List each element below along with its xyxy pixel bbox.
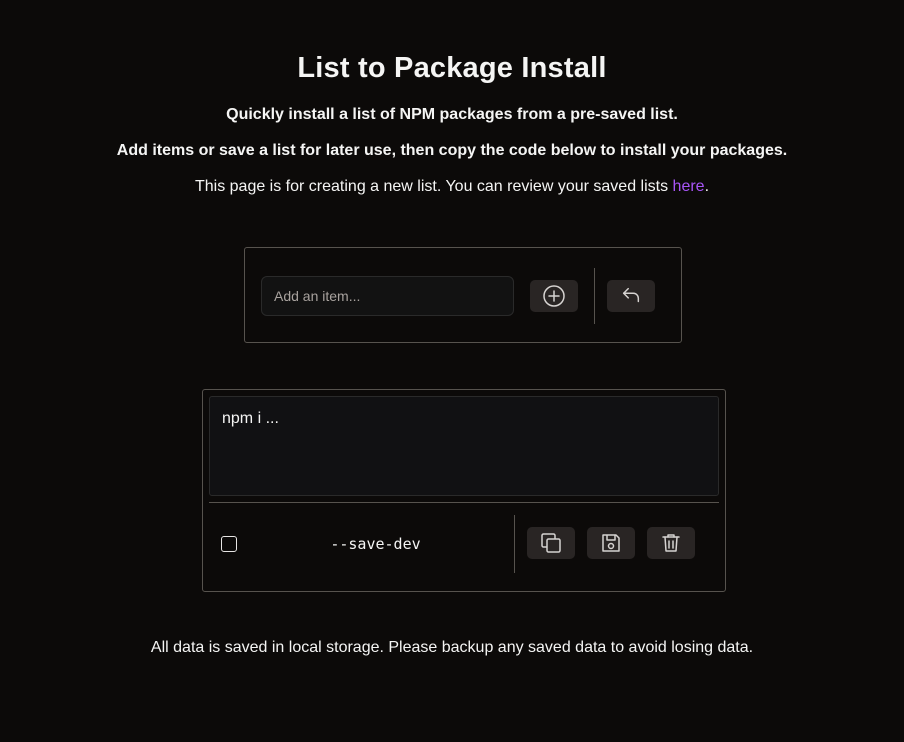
divider [514, 515, 515, 573]
floppy-disk-icon [602, 534, 620, 552]
saved-lists-note-text: This page is for creating a new list. Yo… [194, 178, 673, 195]
copy-icon [541, 533, 561, 553]
command-output[interactable]: npm i ... [209, 396, 719, 496]
save-list-button[interactable] [587, 527, 635, 559]
undo-button[interactable] [607, 280, 655, 312]
copy-button[interactable] [527, 527, 575, 559]
command-panel: npm i ... --save-dev [202, 389, 726, 592]
save-dev-checkbox[interactable] [221, 536, 237, 552]
save-dev-label: --save-dev [330, 535, 421, 553]
add-item-panel [244, 247, 682, 343]
instructions: Add items or save a list for later use, … [116, 142, 788, 159]
saved-lists-note: This page is for creating a new list. Yo… [0, 178, 904, 196]
divider [209, 502, 719, 503]
divider [594, 268, 595, 324]
tagline: Quickly install a list of NPM packages f… [226, 106, 678, 123]
trash-icon [662, 534, 680, 552]
plus-circle-icon [543, 285, 565, 307]
add-item-input[interactable] [261, 276, 514, 316]
undo-icon [622, 287, 640, 303]
delete-list-button[interactable] [647, 527, 695, 559]
saved-lists-note-suffix: . [704, 178, 710, 195]
storage-notice: All data is saved in local storage. Plea… [150, 639, 754, 656]
page-title: List to Package Install [297, 52, 607, 84]
saved-lists-link[interactable]: here [673, 178, 705, 195]
add-item-button[interactable] [530, 280, 578, 312]
page: List to Package Install Quickly install … [0, 0, 904, 742]
